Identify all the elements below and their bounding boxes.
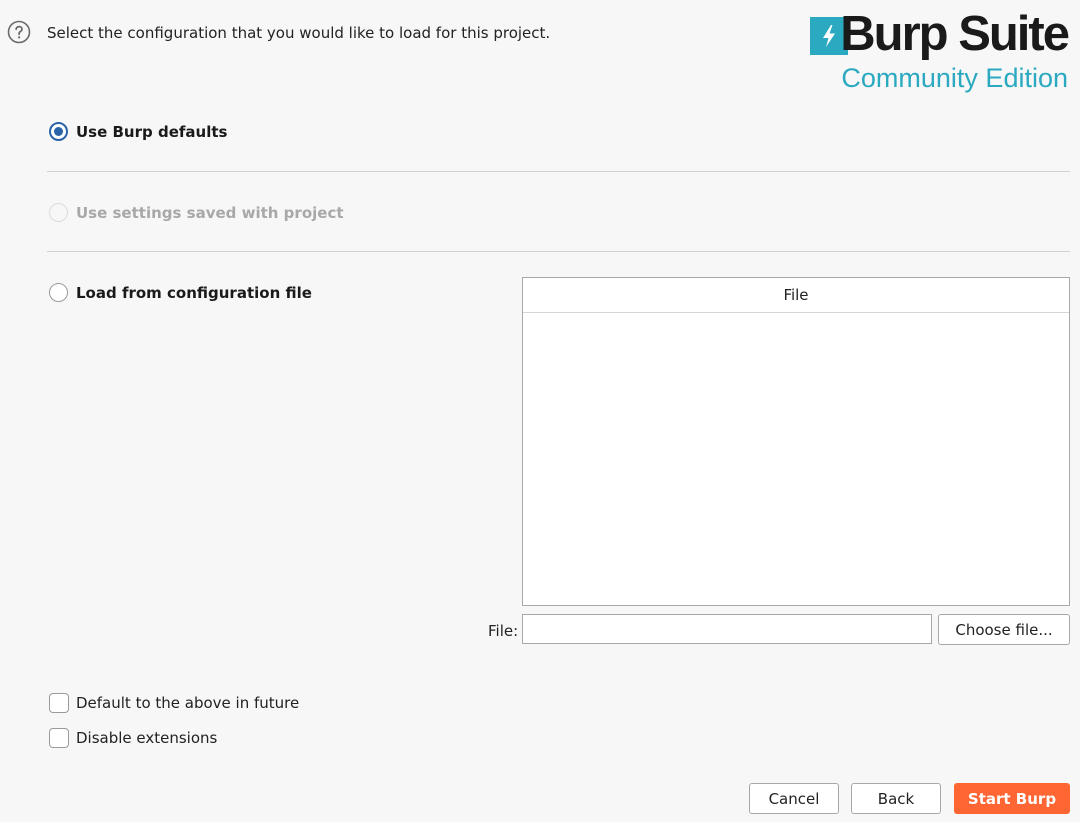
- option-load-config-file[interactable]: Load from configuration file: [49, 283, 312, 302]
- logo-title: Burp Suite: [840, 7, 1070, 61]
- cancel-button[interactable]: Cancel: [749, 783, 839, 814]
- radio-use-burp-defaults[interactable]: [49, 122, 68, 141]
- divider: [47, 251, 1070, 252]
- file-field-label: File:: [488, 622, 519, 640]
- option-use-project-settings: Use settings saved with project: [49, 203, 344, 222]
- burp-suite-logo: Burp Suite Community Edition: [810, 7, 1070, 102]
- table-column-header-file[interactable]: File: [523, 278, 1069, 313]
- radio-load-config-file[interactable]: [49, 283, 68, 302]
- question-circle-icon[interactable]: [7, 20, 31, 44]
- back-button[interactable]: Back: [851, 783, 941, 814]
- checkbox-label: Default to the above in future: [76, 694, 300, 712]
- instruction-text: Select the configuration that you would …: [47, 24, 551, 42]
- radio-use-project-settings: [49, 203, 68, 222]
- startup-config-dialog: Select the configuration that you would …: [0, 0, 1080, 822]
- option-use-burp-defaults[interactable]: Use Burp defaults: [49, 122, 227, 141]
- option-label: Use Burp defaults: [76, 122, 228, 141]
- start-burp-button[interactable]: Start Burp: [954, 783, 1070, 814]
- option-label: Load from configuration file: [76, 283, 312, 302]
- checkbox-label: Disable extensions: [76, 729, 218, 747]
- default-future-checkbox[interactable]: [49, 693, 69, 713]
- config-file-table[interactable]: File: [522, 277, 1070, 606]
- choose-file-button[interactable]: Choose file...: [938, 614, 1070, 645]
- file-path-input[interactable]: [522, 614, 932, 644]
- disable-extensions-checkbox-row[interactable]: Disable extensions: [49, 728, 217, 748]
- divider: [47, 171, 1070, 172]
- option-label: Use settings saved with project: [76, 203, 344, 222]
- disable-extensions-checkbox[interactable]: [49, 728, 69, 748]
- default-future-checkbox-row[interactable]: Default to the above in future: [49, 693, 299, 713]
- logo-subtitle: Community Edition: [841, 63, 1068, 93]
